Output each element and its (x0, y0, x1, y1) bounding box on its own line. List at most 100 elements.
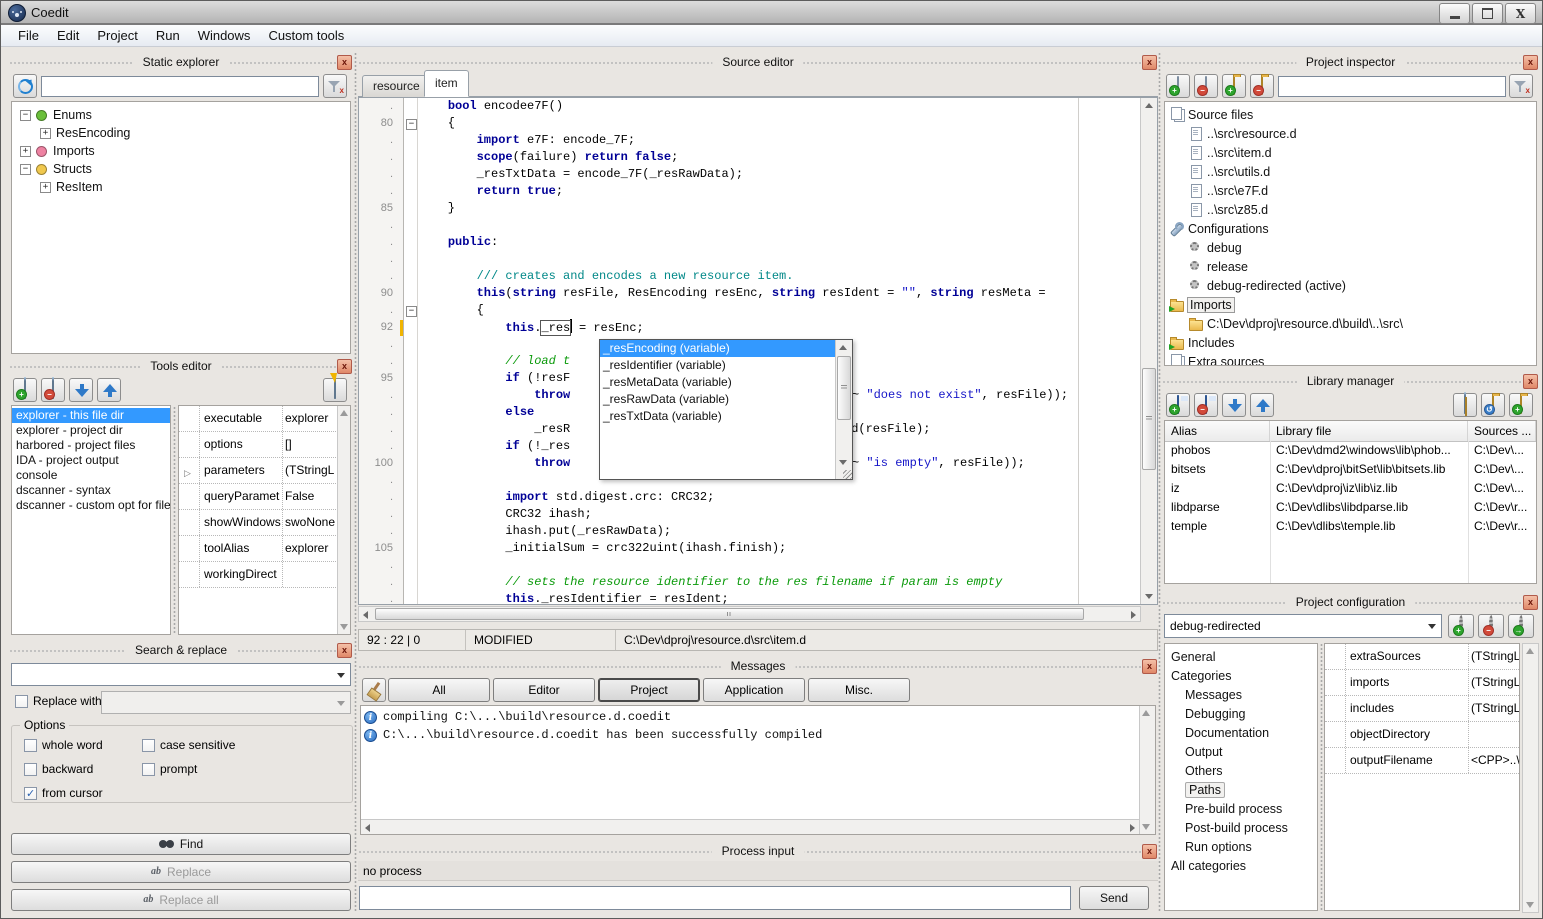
message-line[interactable]: icompiling C:\...\build\resource.d.coedi… (361, 708, 1140, 726)
sync-configuration-button[interactable]: → (1508, 614, 1534, 638)
project-tree-item[interactable]: Extra sources (1165, 352, 1536, 366)
project-tree-item[interactable]: ..\src\utils.d (1165, 162, 1536, 181)
search-term-combo[interactable] (11, 663, 351, 686)
project-inspector-close-icon[interactable]: x (1523, 55, 1538, 70)
library-row[interactable]: templeC:\Dev\dlibs\temple.libC:\Dev\r... (1165, 517, 1536, 536)
project-tree-item[interactable]: debug-redirected (active) (1165, 276, 1536, 295)
messages-close-icon[interactable]: x (1142, 659, 1157, 674)
menu-item-file[interactable]: File (9, 26, 48, 45)
backward-checkbox[interactable] (24, 763, 37, 776)
property-row[interactable]: includes(TStringL (1325, 696, 1519, 722)
tool-list-item[interactable]: explorer - this file dir (12, 408, 170, 423)
code-line[interactable]: return true; (419, 183, 1140, 200)
menu-item-run[interactable]: Run (147, 26, 189, 45)
completion-item[interactable]: _resTxtData (variable) (600, 408, 835, 425)
property-value[interactable] (280, 562, 338, 587)
code-line[interactable]: ihash.put(_resRawData); (419, 523, 1140, 540)
config-categories-tree[interactable]: GeneralCategoriesMessagesDebuggingDocume… (1164, 643, 1318, 911)
fold-collapse-icon[interactable]: − (406, 306, 417, 317)
inspector-clear-filter-button[interactable]: x (1509, 74, 1533, 98)
execute-tool-button[interactable] (323, 378, 347, 402)
code-line[interactable]: } (419, 200, 1140, 217)
add-tool-button[interactable]: + (13, 378, 37, 402)
config-category-item[interactable]: Run options (1165, 837, 1317, 856)
option-prompt[interactable]: prompt (142, 762, 197, 776)
config-category-item[interactable]: Post-build process (1165, 818, 1317, 837)
code-line[interactable]: /// creates and encodes a new resource i… (419, 268, 1140, 285)
editor-tab-item[interactable]: item (424, 70, 469, 97)
completion-item[interactable]: _resIdentifier (variable) (600, 357, 835, 374)
add-folder-button[interactable]: + (1222, 74, 1246, 98)
project-configuration-close-icon[interactable]: x (1523, 595, 1538, 610)
messages-filter-application[interactable]: Application (703, 678, 805, 702)
property-row[interactable]: outputFilename<CPP>..\ (1325, 748, 1519, 774)
maximize-button[interactable] (1472, 3, 1503, 24)
tool-list-item[interactable]: dscanner - syntax (12, 483, 170, 498)
editor-fold-margin[interactable]: −− (404, 98, 418, 604)
process-input-field[interactable] (359, 886, 1071, 910)
project-tree-item[interactable]: C:\Dev\dproj\resource.d\build\..\src\ (1165, 314, 1536, 333)
project-tree-item[interactable]: ..\src\resource.d (1165, 124, 1536, 143)
messages-vscrollbar[interactable] (1139, 706, 1155, 834)
tool-properties-scrollbar[interactable] (337, 406, 350, 634)
case-sensitive-checkbox[interactable] (142, 739, 155, 752)
send-button[interactable]: Send (1079, 886, 1149, 910)
symbol-filter-input[interactable] (41, 76, 319, 97)
property-row[interactable]: extraSources(TStringL (1325, 644, 1519, 670)
tree-expand-toggle[interactable]: + (40, 128, 51, 139)
code-line[interactable]: bool encodee7F() (419, 98, 1140, 115)
library-table-header[interactable]: AliasLibrary fileSources ... (1165, 421, 1536, 442)
code-line[interactable]: { (419, 302, 1140, 319)
tree-item[interactable]: +Imports (12, 142, 350, 160)
tree-expand-toggle[interactable]: + (40, 182, 51, 193)
code-line[interactable]: _initialSum = crc322uint(ihash.finish); (419, 540, 1140, 557)
code-line[interactable]: this._resIdentifier = resIdent; (419, 591, 1140, 604)
code-line[interactable]: scope(failure) return false; (419, 149, 1140, 166)
property-value[interactable] (1466, 722, 1519, 747)
project-tree-item[interactable]: Imports (1165, 295, 1536, 314)
messages-header[interactable]: Messages x (358, 657, 1158, 675)
tree-expand-toggle[interactable]: + (20, 146, 31, 157)
minimize-button[interactable] (1439, 3, 1470, 24)
property-row[interactable]: objectDirectory (1325, 722, 1519, 748)
property-row[interactable]: queryParametFalse (179, 484, 338, 510)
config-scrollbar[interactable] (1522, 643, 1539, 913)
config-category-item[interactable]: General (1165, 647, 1317, 666)
move-library-up-button[interactable] (1250, 393, 1274, 417)
message-line[interactable]: iC:\...\build\resource.d.coedit has been… (361, 726, 1140, 744)
library-column-alias[interactable]: Alias (1165, 421, 1270, 441)
code-line[interactable]: { (419, 115, 1140, 132)
menu-item-windows[interactable]: Windows (189, 26, 260, 45)
messages-filter-all[interactable]: All (388, 678, 490, 702)
config-category-item[interactable]: Messages (1165, 685, 1317, 704)
fold-collapse-icon[interactable]: − (406, 119, 417, 130)
property-value[interactable]: (TStringL (280, 458, 338, 483)
project-tree-item[interactable]: Configurations (1165, 219, 1536, 238)
project-tree-item[interactable]: release (1165, 257, 1536, 276)
search-replace-close-icon[interactable]: x (337, 643, 352, 658)
edit-library-button[interactable] (1453, 393, 1477, 417)
expand-property-icon[interactable]: ▷ (184, 468, 191, 479)
code-line[interactable] (419, 557, 1140, 574)
project-tree-item[interactable]: ..\src\z85.d (1165, 200, 1536, 219)
property-value[interactable]: <CPP>..\ (1466, 748, 1519, 773)
property-row[interactable]: options[] (179, 432, 338, 458)
library-row[interactable]: izC:\Dev\dproj\iz\lib\iz.libC:\Dev\... (1165, 479, 1536, 498)
move-tool-down-button[interactable] (69, 378, 93, 402)
replace-with-checkbox[interactable] (15, 695, 28, 708)
option-from-cursor[interactable]: from cursor (24, 786, 103, 800)
tool-list-item[interactable]: dscanner - custom opt for file (12, 498, 170, 513)
title-bar[interactable]: Coedit X (1, 1, 1542, 25)
tool-properties-grid[interactable]: executableexploreroptions[]parameters(TS… (178, 405, 351, 635)
clear-messages-button[interactable] (362, 678, 386, 702)
messages-filter-project[interactable]: Project (598, 678, 700, 702)
tree-item[interactable]: −Enums (12, 106, 350, 124)
completion-item[interactable]: _resMetaData (variable) (600, 374, 835, 391)
clear-filter-button[interactable]: x (323, 74, 347, 98)
library-row[interactable]: phobosC:\Dev\dmd2\windows\lib\phob...C:\… (1165, 441, 1536, 460)
tools-editor-close-icon[interactable]: x (337, 359, 352, 374)
static-explorer-close-icon[interactable]: x (337, 55, 352, 70)
remove-library-button[interactable]: − (1194, 393, 1218, 417)
tool-list-item[interactable]: IDA - project output (12, 453, 170, 468)
remove-configuration-button[interactable]: − (1478, 614, 1504, 638)
